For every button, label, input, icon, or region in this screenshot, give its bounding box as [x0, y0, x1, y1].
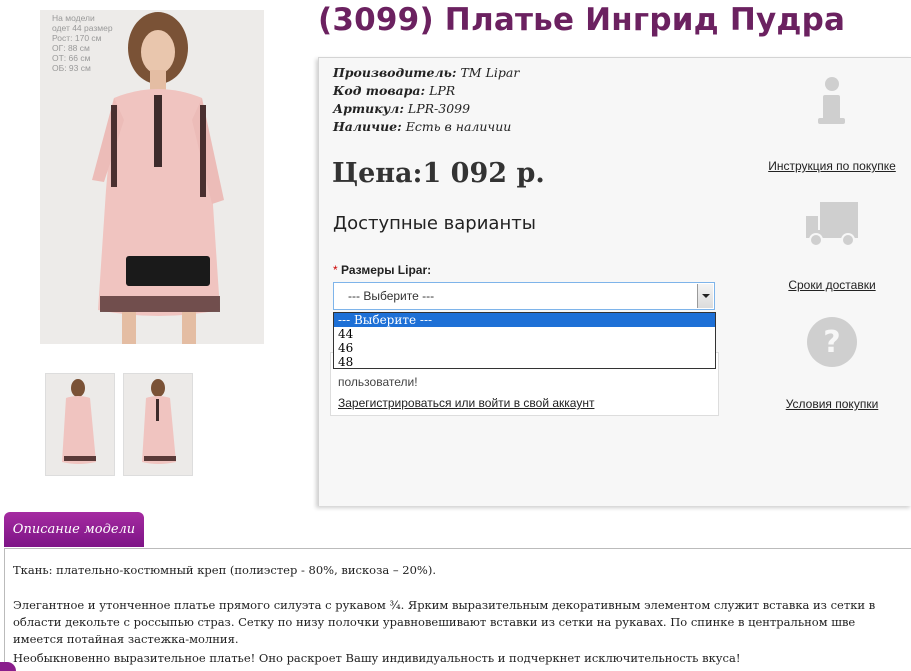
terms-link[interactable]: Условия покупки [772, 397, 892, 411]
dropdown-arrow-icon[interactable] [697, 284, 713, 308]
spec-label: Производитель: [333, 65, 457, 80]
measurement-line: ОГ: 88 см [52, 43, 90, 53]
product-price: Цена:1 092 р. [332, 158, 545, 189]
spec-value: LPR [429, 83, 456, 98]
model-measurements: На модели одет 44 размер Рост: 170 см ОГ… [52, 13, 113, 73]
page-title: (3099) Платье Ингрид Пудра [318, 2, 846, 38]
size-select-value: --- Выберите --- [348, 289, 435, 303]
spec-stock: Наличие: Есть в наличии [333, 119, 511, 134]
size-label: * Размеры Lipar: [333, 263, 431, 277]
spec-value: Есть в наличии [405, 119, 512, 134]
measurement-line: ОТ: 66 см [52, 53, 91, 63]
spec-label: Артикул: [333, 101, 404, 116]
required-mark: * [333, 263, 338, 277]
svg-text:?: ? [823, 325, 840, 360]
measurement-line: На модели [52, 13, 95, 23]
tab-description[interactable]: Описание модели [4, 512, 144, 547]
spec-value: LPR-3099 [407, 101, 471, 116]
spec-sku: Артикул: LPR-3099 [333, 101, 470, 116]
thumbnail-image [142, 379, 176, 464]
variants-heading: Доступные варианты [333, 213, 536, 234]
measurement-line: Рост: 170 см [52, 33, 102, 43]
delivery-link[interactable]: Сроки доставки [772, 278, 892, 292]
measurement-line: одет 44 размер [52, 23, 113, 33]
question-icon[interactable]: ? [804, 314, 860, 370]
size-label-text: Размеры Lipar: [341, 263, 432, 277]
size-option[interactable]: 46 [334, 341, 715, 355]
login-link[interactable]: Зарегистрироваться или войти в свой акка… [338, 396, 594, 410]
size-option[interactable]: 48 [334, 355, 715, 369]
size-option[interactable]: --- Выберите --- [334, 313, 715, 327]
size-dropdown-list[interactable]: --- Выберите --- 44 46 48 [333, 312, 716, 369]
description-paragraph: Необыкновенно выразительное платье! Оно … [13, 651, 741, 665]
description-paragraph: Ткань: плательно-костюмный креп (полиэст… [13, 563, 436, 577]
login-notice-text: пользователи! [338, 375, 418, 389]
measurement-line: ОБ: 93 см [52, 63, 91, 73]
spec-label: Наличие: [333, 119, 402, 134]
spec-code: Код товара: LPR [333, 83, 455, 98]
product-photo[interactable]: На модели одет 44 размер Рост: 170 см ОГ… [40, 10, 264, 344]
truck-icon[interactable] [804, 196, 860, 252]
info-icon[interactable] [804, 74, 860, 130]
spec-value: ТМ Lipar [460, 65, 520, 80]
instruction-link[interactable]: Инструкция по покупке [762, 159, 902, 173]
size-option[interactable]: 44 [334, 327, 715, 341]
description-paragraph: Элегантное и утонченное платье прямого с… [13, 598, 876, 646]
thumbnail-2[interactable] [123, 373, 193, 476]
thumbnail-1[interactable] [45, 373, 115, 476]
spec-label: Код товара: [333, 83, 426, 98]
thumbnail-image [62, 379, 96, 464]
description-panel: Ткань: плательно-костюмный креп (полиэст… [4, 548, 911, 671]
size-select[interactable]: --- Выберите --- [333, 282, 715, 310]
spec-manufacturer: Производитель: ТМ Lipar [333, 65, 519, 80]
